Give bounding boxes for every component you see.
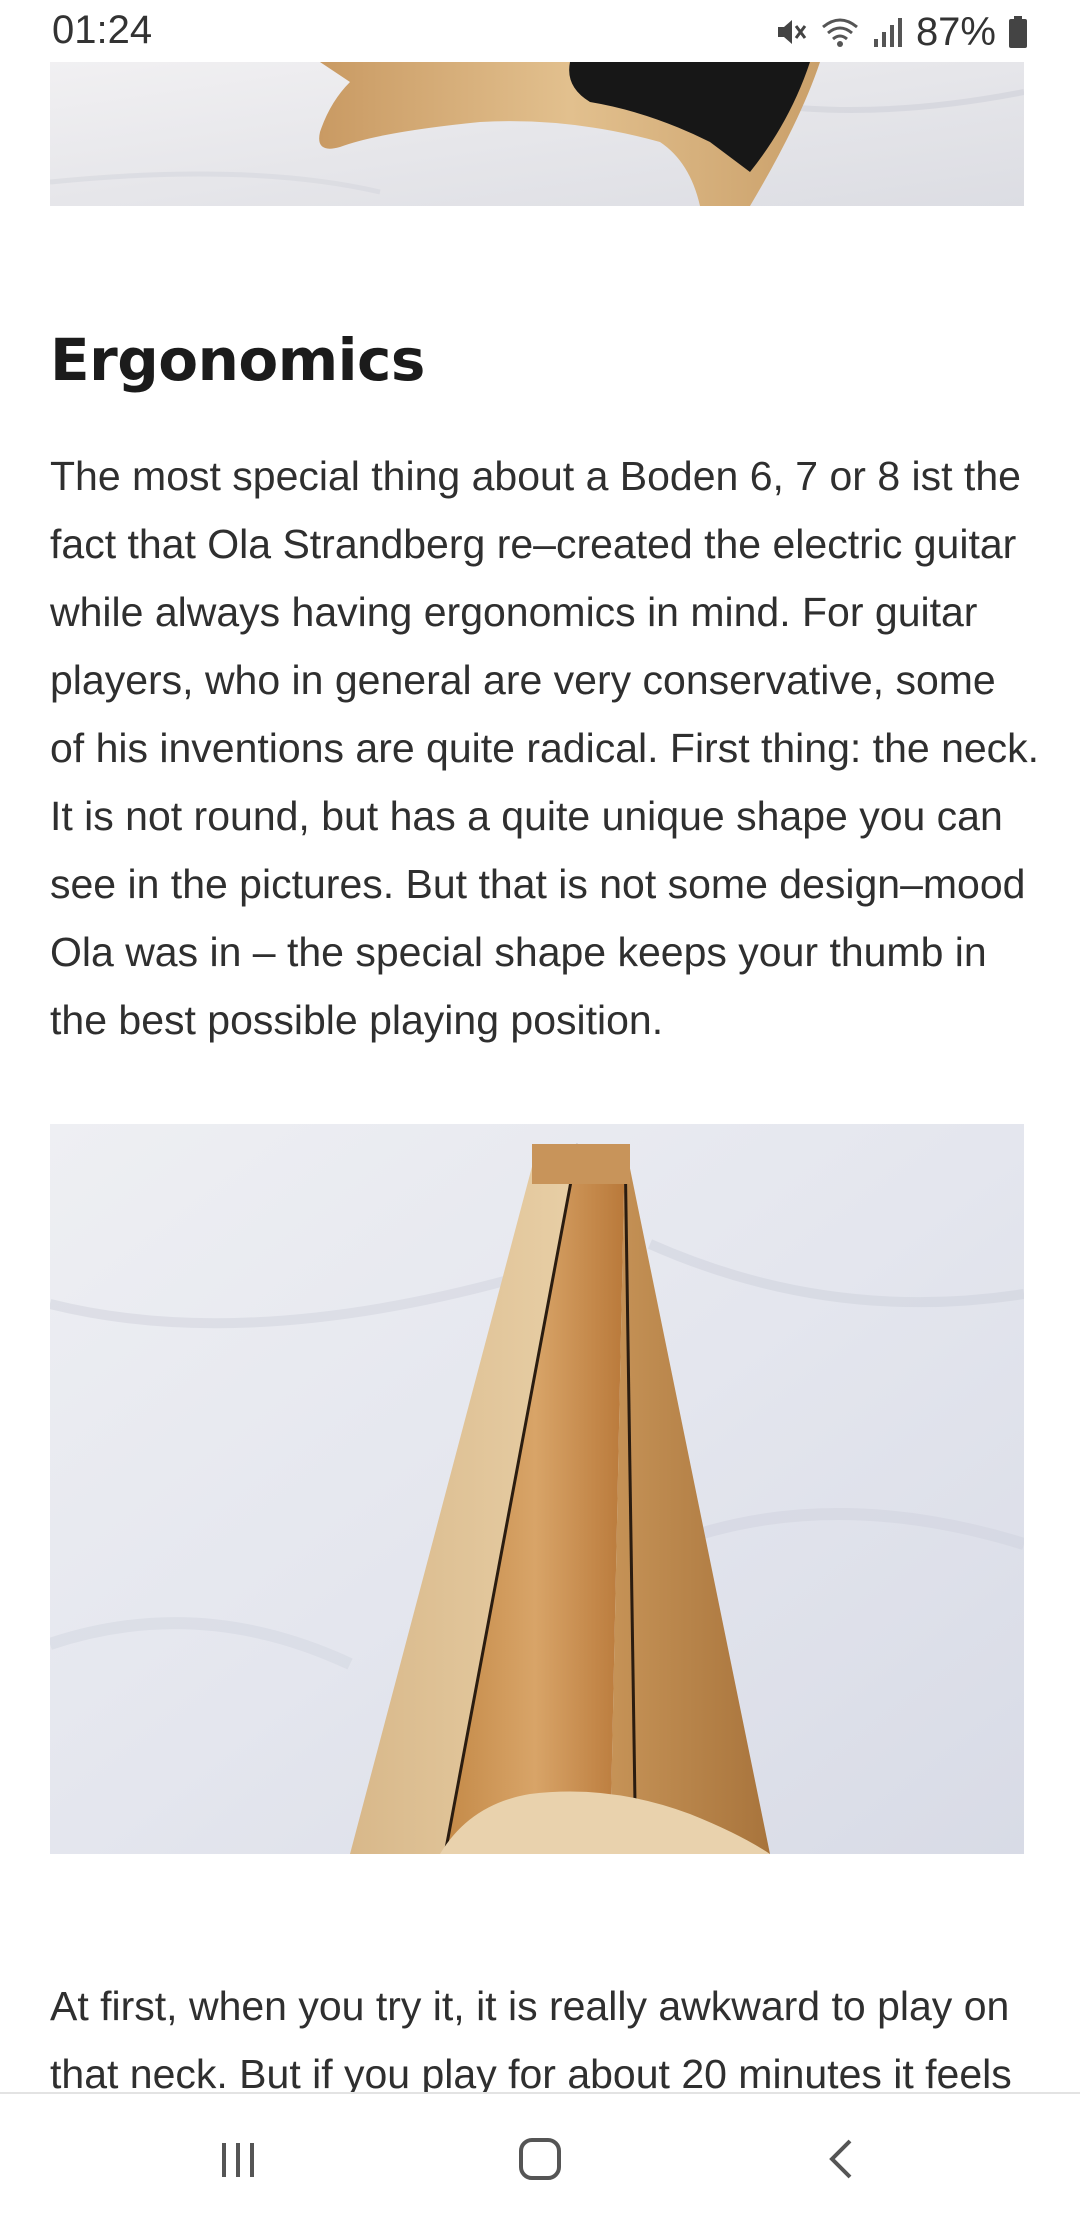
status-time: 01:24 [52, 8, 153, 52]
wifi-icon [820, 15, 860, 49]
status-icons: 87% [774, 8, 1028, 56]
battery-icon [1008, 15, 1028, 49]
guitar-body-photo [50, 62, 1024, 206]
home-button[interactable] [510, 2134, 570, 2188]
battery-percent: 87% [915, 9, 996, 54]
back-button[interactable] [812, 2134, 872, 2188]
article-paragraph-continued: At first, when you try it, it is really … [50, 1983, 1012, 2097]
status-bar: 01:24 87% [0, 0, 1080, 62]
signal-icon [872, 15, 904, 49]
navigation-bar [0, 2092, 1080, 2222]
guitar-neck-photo [50, 1124, 1024, 1854]
recents-icon [216, 2137, 260, 2186]
home-icon [516, 2135, 564, 2188]
recents-button[interactable] [208, 2134, 268, 2188]
back-icon [820, 2137, 864, 2186]
section-heading: Ergonomics [50, 326, 425, 394]
mute-icon [774, 15, 808, 49]
article-paragraph: The most special thing about a Boden 6, … [50, 453, 1040, 1043]
